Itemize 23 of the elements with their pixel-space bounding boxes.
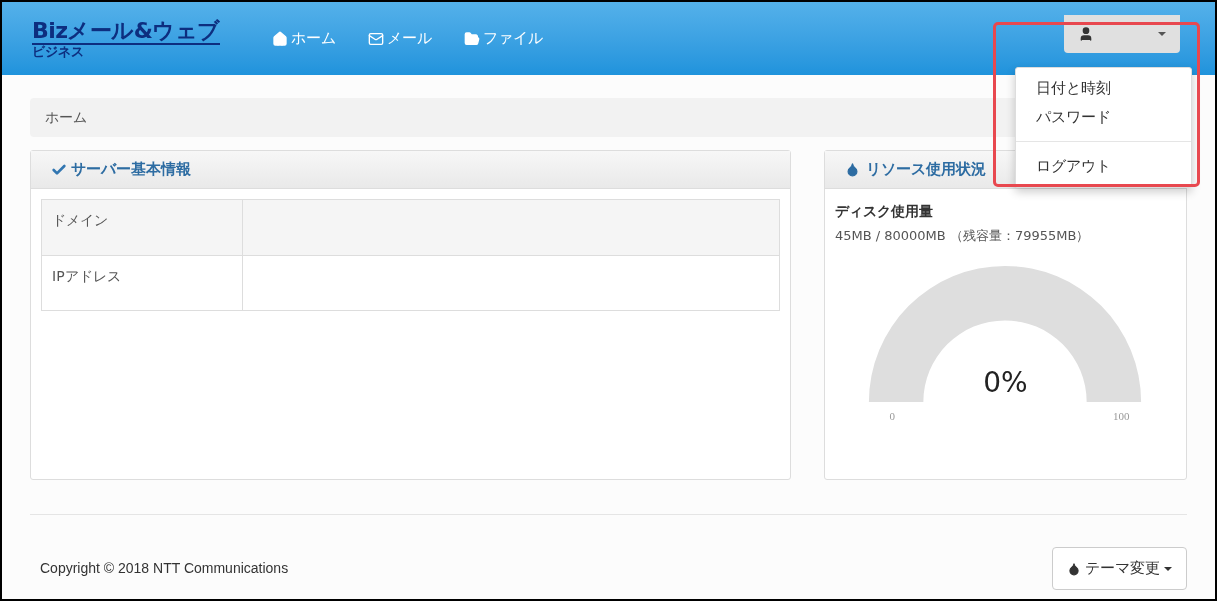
panel-title: サーバー基本情報	[71, 159, 191, 181]
home-icon	[271, 30, 288, 47]
folder-icon	[463, 30, 480, 47]
logo[interactable]: Bizメール&ウェブ ビジネス	[32, 19, 220, 58]
gauge-min-label: 0	[889, 408, 895, 424]
caret-icon	[1158, 31, 1166, 36]
user-icon	[1078, 25, 1094, 42]
drop-icon	[844, 162, 860, 177]
panel-title: リソース使用状況	[865, 159, 986, 181]
gauge-max-label: 100	[1112, 408, 1130, 424]
drop-icon	[1067, 561, 1081, 576]
copyright-text: Copyright © 2018 NTT Communications	[40, 559, 289, 578]
usage-text: 45MB / 80000MB （残容量：79955MB）	[834, 227, 1091, 245]
menu-item[interactable]: ログアウト	[1016, 152, 1191, 181]
menu-item[interactable]: パスワード	[1016, 102, 1191, 131]
theme-button[interactable]: テーマ変更	[1052, 547, 1187, 590]
caret-icon	[1164, 566, 1172, 571]
breadcrumb-item[interactable]: ホーム	[45, 107, 87, 128]
gauge-reading: 0%	[982, 364, 1029, 401]
menu-item[interactable]: 日付と時刻	[1016, 74, 1191, 103]
table-cell: IPアドレス	[42, 256, 243, 310]
section-title: ディスク使用量	[834, 202, 934, 221]
envelope-icon	[367, 30, 384, 47]
